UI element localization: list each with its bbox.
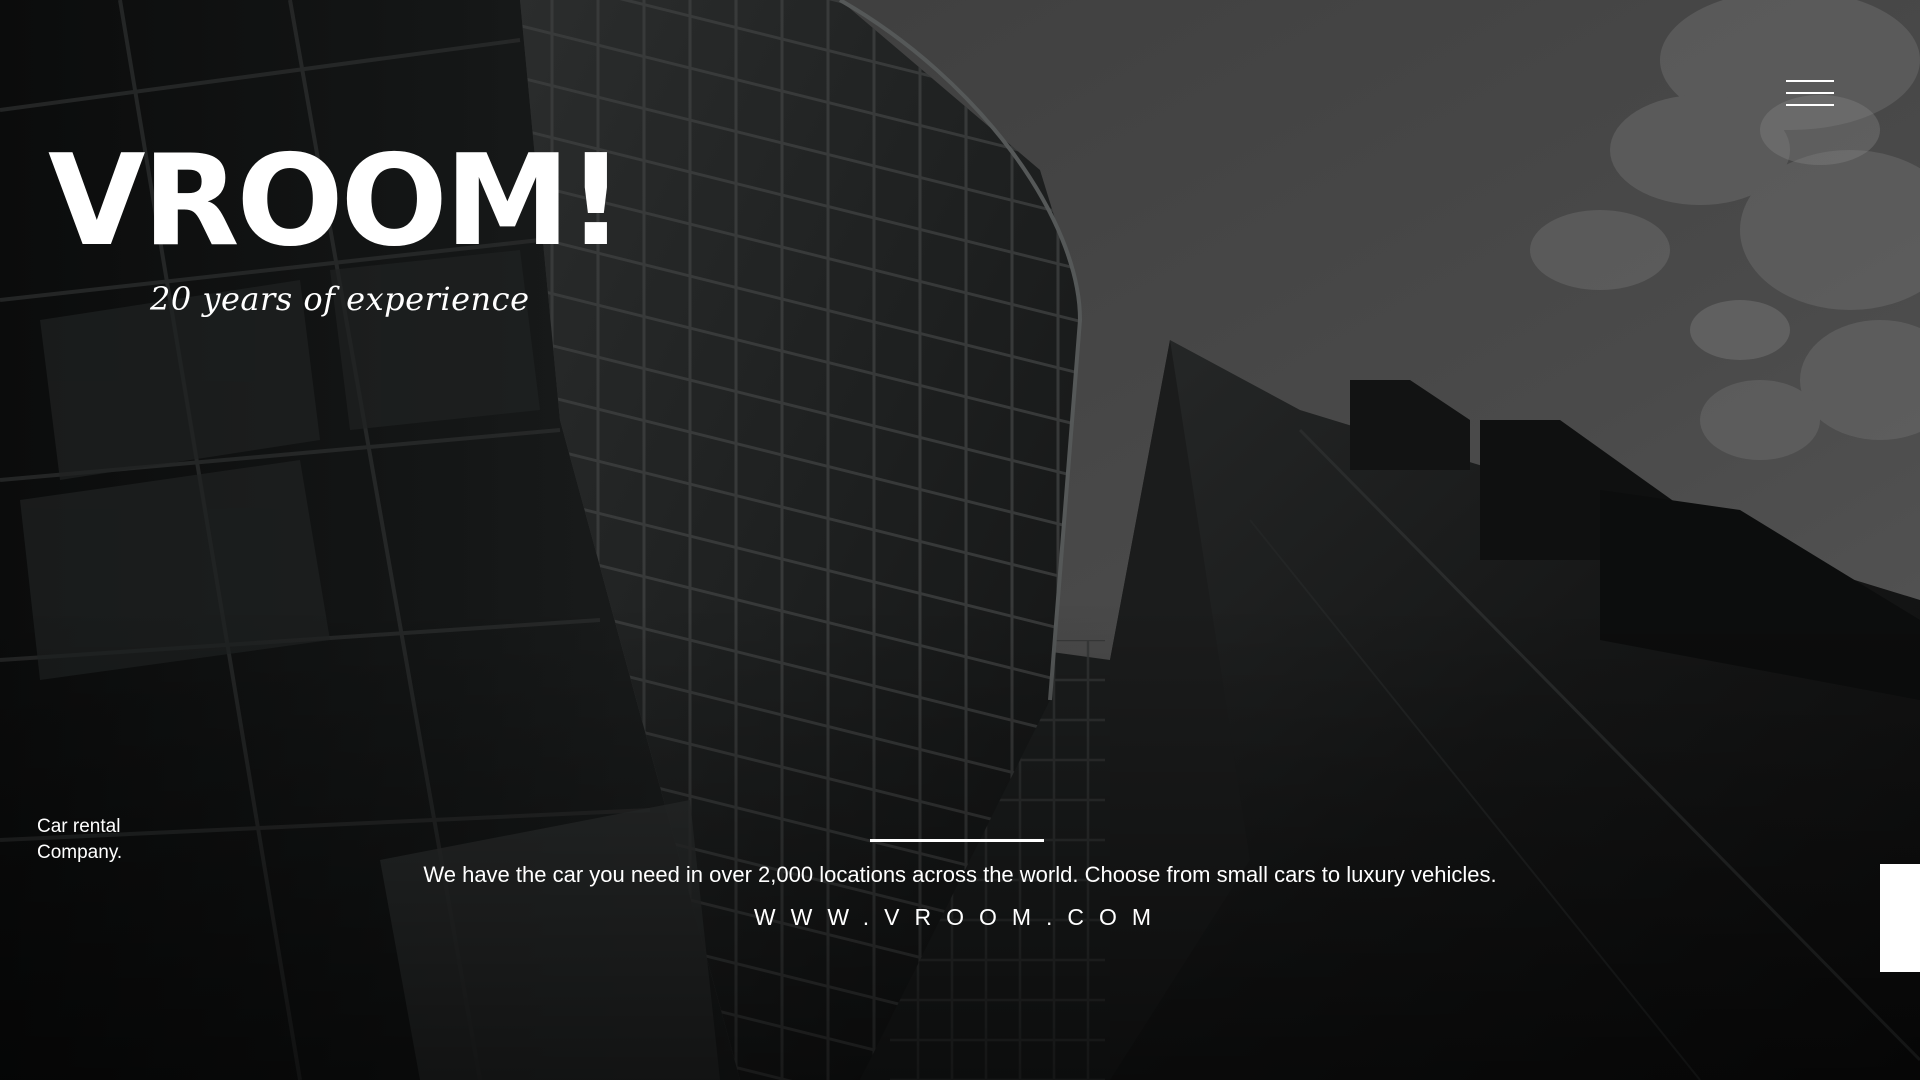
side-tab-button[interactable]	[1880, 864, 1920, 972]
brand-title: VROOM!	[48, 127, 625, 274]
divider-line	[870, 839, 1044, 842]
menu-line	[1786, 104, 1834, 106]
tagline: 20 years of experience	[150, 280, 530, 318]
menu-line	[1786, 92, 1834, 94]
hero-slide: VROOM! 20 years of experience Car rental…	[0, 0, 1920, 1080]
hamburger-menu-icon[interactable]	[1784, 76, 1836, 112]
website-link[interactable]: WWW.VROOM.COM	[560, 904, 1360, 931]
menu-line	[1786, 80, 1834, 82]
hero-description: We have the car you need in over 2,000 l…	[423, 862, 1497, 887]
company-label: Car rental Company.	[37, 816, 123, 863]
